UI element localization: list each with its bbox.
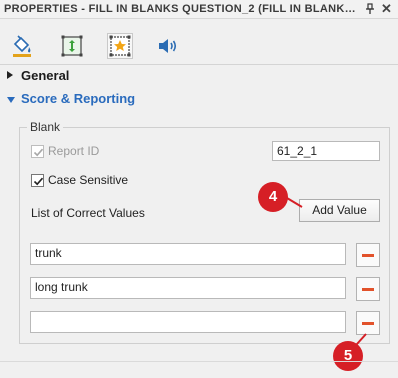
remove-value-button-2[interactable] — [356, 277, 380, 301]
property-tabs — [0, 19, 398, 65]
correct-value-input-3[interactable] — [30, 311, 346, 333]
section-general-label: General — [21, 68, 70, 83]
case-sensitive-checkbox[interactable] — [31, 174, 44, 187]
add-value-button[interactable]: Add Value — [299, 199, 380, 222]
section-general[interactable]: General — [0, 68, 398, 86]
panel-title: PROPERTIES - FILL IN BLANKS QUESTION_2 (… — [4, 3, 356, 15]
pin-icon[interactable] — [364, 3, 376, 15]
section-score-reporting-label: Score & Reporting — [21, 91, 136, 106]
close-icon[interactable]: ✕ — [381, 1, 392, 17]
callout-badge-5: 5 — [333, 341, 363, 371]
tab-size-position-icon[interactable] — [60, 34, 84, 58]
collapse-arrow-icon — [7, 97, 15, 103]
checkmark-icon — [33, 148, 44, 157]
tab-audio-speaker-icon[interactable] — [156, 34, 180, 58]
correct-values-label: List of Correct Values — [31, 206, 145, 220]
report-id-field[interactable]: 61_2_1 — [272, 141, 380, 161]
tab-fill-paint-bucket-icon[interactable] — [10, 34, 34, 58]
callout-badge-4: 4 — [258, 182, 288, 212]
report-id-label: Report ID — [48, 144, 100, 158]
blank-group-legend: Blank — [27, 120, 64, 134]
remove-value-button-1[interactable] — [356, 243, 380, 267]
panel-title-bar: PROPERTIES - FILL IN BLANKS QUESTION_2 (… — [0, 0, 398, 19]
report-id-checkbox[interactable] — [31, 145, 44, 158]
case-sensitive-label: Case Sensitive — [48, 173, 129, 187]
correct-value-input-1[interactable]: trunk — [30, 243, 346, 265]
tab-interaction-star-icon[interactable] — [107, 33, 133, 59]
expand-arrow-icon — [7, 71, 13, 79]
section-score-reporting[interactable]: Score & Reporting — [0, 91, 398, 109]
checkmark-icon — [33, 177, 44, 186]
panel-bottom-divider — [0, 361, 398, 362]
correct-value-input-2[interactable]: long trunk — [30, 277, 346, 299]
